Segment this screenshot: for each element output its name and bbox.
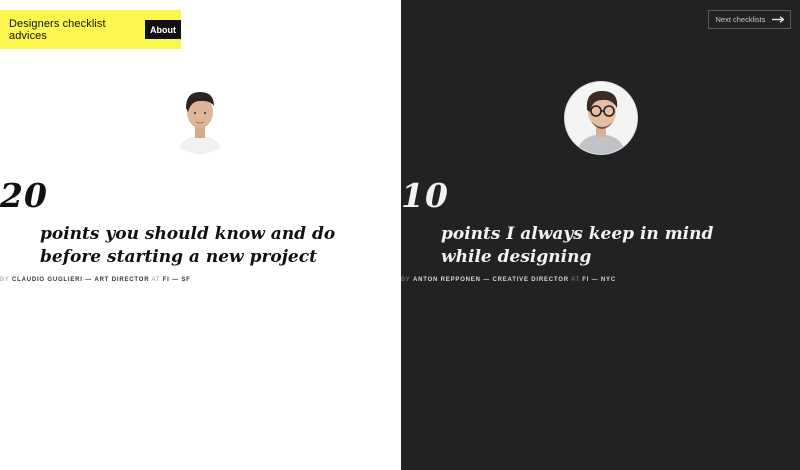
author-name: CLAUDIO GUGLIERI [11, 277, 83, 283]
checklist-panel-right[interactable]: 10 points I always keep in mind while de… [401, 0, 800, 470]
author-byline: BY CLAUDIO GUGLIERI — ART DIRECTOR AT FI… [0, 277, 400, 283]
site-header: Designers checklist advices About [0, 10, 181, 49]
author-role: ART DIRECTOR [94, 277, 150, 283]
checklist-panel-left[interactable]: 20 points you should know and do before … [0, 0, 400, 470]
author-company: FI [582, 277, 590, 283]
checklist-title[interactable]: points I always keep in mind while desig… [401, 223, 800, 269]
checklist-count: 10 [401, 176, 449, 215]
checklist-title[interactable]: points you should know and do before sta… [0, 223, 400, 269]
byline-separator: — [591, 277, 599, 283]
author-city: SF [181, 277, 191, 283]
next-checklists-label: Next checklists [715, 15, 766, 24]
author-company: FI [162, 277, 170, 283]
author-name: ANTON REPPONEN [412, 277, 481, 283]
checklist-count: 20 [0, 176, 48, 215]
byline-separator: — [483, 277, 491, 283]
byline-separator: — [85, 277, 93, 283]
author-byline: BY ANTON REPPONEN — CREATIVE DIRECTOR AT… [401, 277, 800, 283]
author-avatar [164, 82, 236, 154]
byline-separator: — [172, 277, 179, 283]
byline-at: AT [151, 277, 161, 283]
byline-by: BY [401, 277, 411, 283]
byline-at: AT [571, 277, 580, 283]
author-city: NYC [600, 277, 616, 283]
about-button[interactable]: About [145, 20, 181, 39]
author-avatar [564, 82, 637, 154]
byline-by: BY [0, 277, 10, 283]
arrow-right-icon [771, 16, 785, 23]
site-title[interactable]: Designers checklist advices [9, 18, 133, 42]
author-role: CREATIVE DIRECTOR [492, 277, 569, 283]
next-checklists-button[interactable]: Next checklists [708, 10, 791, 29]
